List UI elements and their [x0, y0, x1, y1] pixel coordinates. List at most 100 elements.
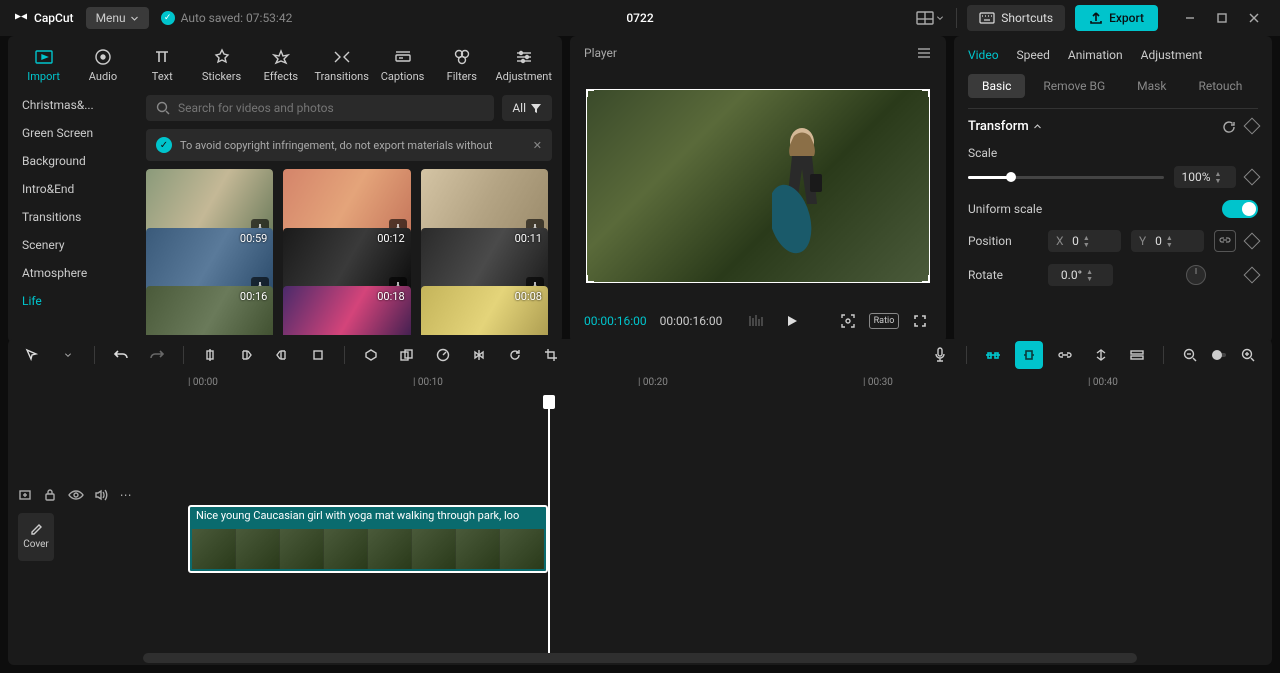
category-greenscreen[interactable]: Green Screen [8, 119, 136, 147]
split-button[interactable] [196, 341, 224, 369]
track-visible-button[interactable] [68, 487, 84, 503]
category-introend[interactable]: Intro&End [8, 175, 136, 203]
selection-dropdown[interactable] [54, 341, 82, 369]
group-button[interactable] [393, 341, 421, 369]
filter-button[interactable]: All [502, 95, 552, 121]
position-keyframe-button[interactable] [1244, 233, 1261, 250]
rotate-knob[interactable] [1186, 265, 1206, 285]
playhead[interactable] [548, 395, 550, 654]
close-button[interactable] [1240, 4, 1268, 32]
prop-tab-video[interactable]: Video [968, 44, 999, 66]
prop-subtab-removebg[interactable]: Remove BG [1029, 74, 1119, 98]
mode-tab-transitions[interactable]: Transitions [312, 42, 370, 87]
timeline-ruler[interactable]: | 00:00| 00:10| 00:20| 00:30| 00:40 [8, 371, 1272, 395]
auto-snap-button[interactable] [1015, 341, 1043, 369]
play-button[interactable] [780, 309, 804, 333]
prop-tab-animation[interactable]: Animation [1068, 44, 1123, 66]
category-life[interactable]: Life [8, 287, 136, 315]
track-add-button[interactable] [18, 487, 33, 503]
scale-keyframe-button[interactable] [1244, 169, 1261, 186]
category-christmas[interactable]: Christmas&... [8, 91, 136, 119]
zoom-out-button[interactable] [1176, 341, 1204, 369]
category-atmosphere[interactable]: Atmosphere [8, 259, 136, 287]
track-button[interactable] [1123, 341, 1151, 369]
trim-left-button[interactable] [232, 341, 260, 369]
rotate-value-input[interactable]: 0.0°▲▼ [1048, 264, 1113, 286]
mode-tab-stickers[interactable]: Stickers [194, 42, 249, 87]
player-menu-button[interactable] [916, 47, 932, 59]
zoom-slider[interactable] [1212, 353, 1226, 357]
keyframe-button[interactable] [1244, 117, 1261, 134]
zoom-in-button[interactable] [1234, 341, 1262, 369]
media-item[interactable]: 00:18 [283, 286, 410, 335]
position-y-input[interactable]: Y0▲▼ [1131, 230, 1204, 252]
prop-subtab-basic[interactable]: Basic [968, 74, 1025, 98]
media-item[interactable]: 00:16 [146, 286, 273, 335]
mic-button[interactable] [926, 341, 954, 369]
mode-tab-import[interactable]: Import [16, 42, 71, 87]
level-meter-icon[interactable] [744, 309, 768, 333]
layout-button[interactable] [914, 4, 946, 32]
preview-axis-button[interactable] [1087, 341, 1115, 369]
player-viewport[interactable] [584, 70, 932, 301]
scan-button[interactable] [836, 309, 860, 333]
menu-button[interactable]: Menu [86, 7, 149, 29]
prop-subtab-mask[interactable]: Mask [1123, 74, 1180, 98]
mode-tab-audio[interactable]: Audio [75, 42, 130, 87]
speed-button[interactable] [429, 341, 457, 369]
ruler-tick: | 00:10 [413, 377, 443, 388]
timeline-scrollbar[interactable] [143, 653, 1137, 663]
mode-tab-filters[interactable]: Filters [434, 42, 489, 87]
scale-slider[interactable] [968, 176, 1164, 179]
mode-tab-adjustment[interactable]: Adjustment [493, 42, 554, 87]
crop-button[interactable] [537, 341, 565, 369]
search-input-wrapper[interactable] [146, 95, 494, 121]
prop-tab-adjustment[interactable]: Adjustment [1141, 44, 1203, 66]
prop-subtab-retouch[interactable]: Retouch [1184, 74, 1256, 98]
prop-tab-speed[interactable]: Speed [1017, 44, 1050, 66]
video-frame[interactable] [586, 89, 930, 283]
export-button[interactable]: Export [1075, 5, 1158, 31]
track-lock-button[interactable] [43, 487, 58, 503]
rotate-button[interactable] [501, 341, 529, 369]
trim-right-button[interactable] [268, 341, 296, 369]
redo-button[interactable] [143, 341, 171, 369]
mode-tab-effects[interactable]: Effects [253, 42, 308, 87]
reset-button[interactable] [1222, 120, 1236, 134]
delete-button[interactable] [304, 341, 332, 369]
category-transitions[interactable]: Transitions [8, 203, 136, 231]
mode-tab-text[interactable]: Text [135, 42, 190, 87]
category-scenery[interactable]: Scenery [8, 231, 136, 259]
video-clip[interactable]: Nice young Caucasian girl with yoga mat … [188, 505, 548, 573]
ratio-button[interactable]: Ratio [872, 309, 896, 333]
track-lanes[interactable]: Nice young Caucasian girl with yoga mat … [143, 395, 1272, 654]
uniform-scale-toggle[interactable] [1222, 200, 1258, 218]
search-input[interactable] [178, 101, 484, 115]
scale-value-input[interactable]: 100% ▲▼ [1174, 166, 1236, 188]
maximize-button[interactable] [1208, 4, 1236, 32]
rotate-keyframe-button[interactable] [1244, 267, 1261, 284]
track-more-button[interactable]: ⋯ [118, 487, 133, 503]
track-mute-button[interactable] [94, 487, 109, 503]
fullscreen-button[interactable] [908, 309, 932, 333]
banner-close-button[interactable]: ✕ [533, 139, 542, 152]
minimize-button[interactable] [1176, 4, 1204, 32]
marker-button[interactable] [357, 341, 385, 369]
project-title[interactable]: 0722 [626, 11, 653, 25]
undo-button[interactable] [107, 341, 135, 369]
shortcuts-button[interactable]: Shortcuts [967, 5, 1065, 31]
position-x-input[interactable]: X0▲▼ [1048, 230, 1121, 252]
category-background[interactable]: Background [8, 147, 136, 175]
media-duration: 00:16 [240, 290, 267, 303]
position-link-button[interactable] [1214, 230, 1236, 252]
properties-panel: Video Speed Animation Adjustment BasicRemov… [954, 36, 1272, 343]
mirror-button[interactable] [465, 341, 493, 369]
selection-tool-button[interactable] [18, 341, 46, 369]
magnet-button[interactable] [979, 341, 1007, 369]
media-item[interactable]: 00:08 [421, 286, 548, 335]
app-logo: CapCut [12, 9, 74, 27]
link-button[interactable] [1051, 341, 1079, 369]
cover-button[interactable]: Cover [18, 513, 54, 561]
transform-section-header[interactable]: Transform [968, 119, 1258, 134]
mode-tab-captions[interactable]: Captions [375, 42, 430, 87]
